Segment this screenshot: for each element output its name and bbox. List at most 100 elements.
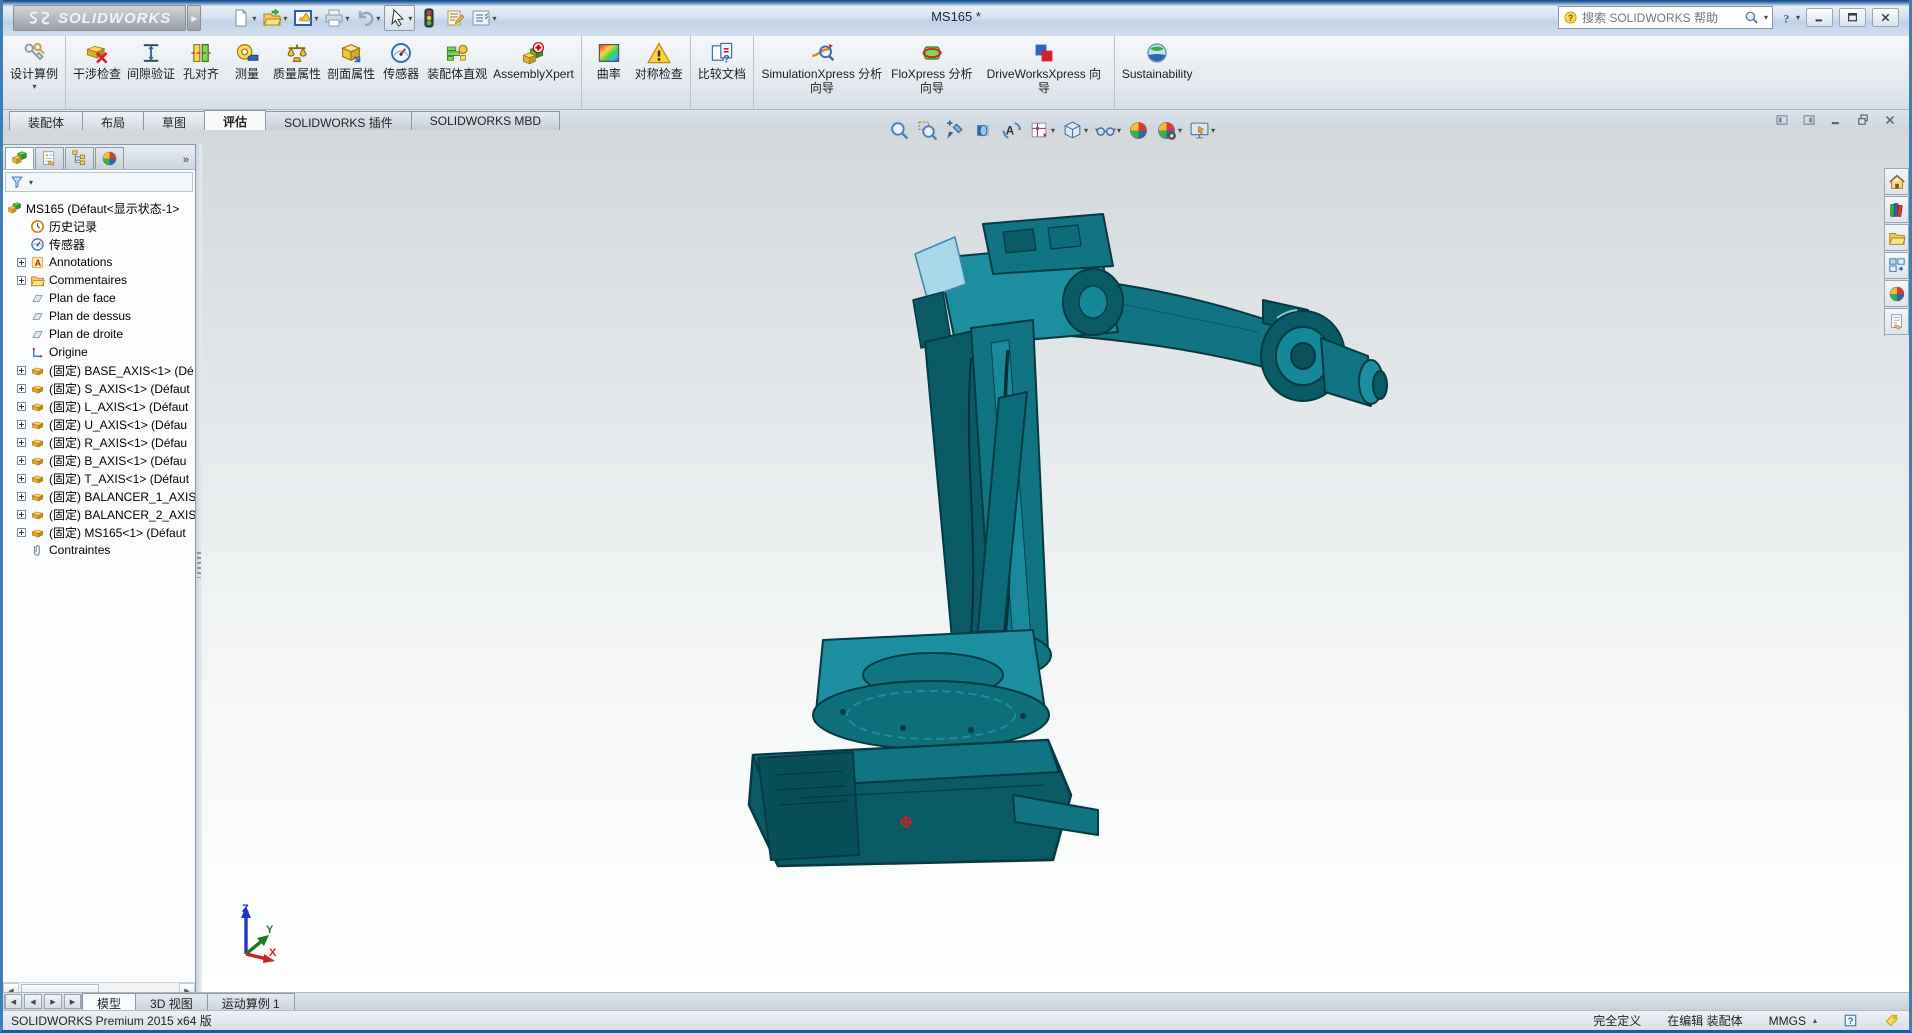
search-options-caret[interactable]: ▾ [1764, 13, 1768, 22]
sensor-button[interactable]: 传感器 [378, 39, 424, 82]
file-explorer-button[interactable] [1885, 224, 1909, 251]
tree-item-mates[interactable]: Contraintes [3, 541, 195, 559]
print-button[interactable]: ▾ [322, 5, 351, 31]
select-button[interactable]: ▾ [384, 5, 416, 31]
tree-item-s-axis[interactable]: (固定) S_AXIS<1> (Défaut [3, 379, 195, 397]
custom-properties-button[interactable] [1885, 308, 1909, 335]
open-button[interactable]: ▾ [260, 5, 289, 31]
edit-appearance-button[interactable] [1126, 118, 1151, 143]
motion-study-tab[interactable]: 运动算例 1 [206, 993, 295, 1011]
expand-icon[interactable] [17, 419, 26, 429]
tab-evaluate[interactable]: 评估 [204, 110, 267, 130]
assembly-visualization-button[interactable]: 装配体直观 [424, 39, 490, 82]
hole-alignment-button[interactable]: 孔对齐 [178, 39, 224, 82]
clearance-verification-button[interactable]: 间隙验证 [124, 39, 178, 82]
maximize-button[interactable] [1839, 8, 1866, 27]
tab-layout[interactable]: 布局 [82, 111, 145, 130]
zoom-area-button[interactable] [915, 118, 940, 143]
panel-overflow-button[interactable]: » [179, 154, 193, 169]
help-button[interactable]: ▾ [1779, 10, 1800, 26]
tree-item-t-axis[interactable]: (固定) T_AXIS<1> (Défaut [3, 469, 195, 487]
tree-item-l-axis[interactable]: (固定) L_AXIS<1> (Défaut [3, 397, 195, 415]
view-settings-button[interactable]: ▾ [1187, 118, 1217, 143]
search-box[interactable]: ▾ [1557, 6, 1773, 29]
panel-splitter[interactable] [196, 144, 202, 999]
tree-item-history[interactable]: 历史记录 [3, 217, 195, 235]
expand-icon[interactable] [17, 437, 26, 447]
tree-item-b-axis[interactable]: (固定) B_AXIS<1> (Défau [3, 451, 195, 469]
3d-views-tab[interactable]: 3D 视图 [135, 993, 208, 1011]
close-button[interactable] [1872, 8, 1899, 27]
graphics-area[interactable]: ▾ ▾ ▾ ▾ ▾ Z Y X [3, 130, 1909, 993]
expand-icon[interactable] [17, 275, 26, 285]
resources-home-button[interactable] [1885, 168, 1909, 195]
expand-icon[interactable] [17, 401, 26, 411]
tree-item-origin[interactable]: Origine [3, 343, 195, 361]
display-style-button[interactable]: ▾ [1060, 118, 1090, 143]
next-tab-button[interactable]: ▶ [44, 994, 62, 1009]
tab-solidworks-addins[interactable]: SOLIDWORKS 插件 [265, 111, 412, 130]
expand-icon[interactable] [17, 383, 26, 393]
displaymanager-tab[interactable] [95, 147, 124, 169]
quick-tips-icon[interactable] [1843, 1013, 1858, 1028]
tree-item-r-axis[interactable]: (固定) R_AXIS<1> (Défau [3, 433, 195, 451]
featuremanager-tab[interactable] [5, 147, 34, 169]
minimize-button[interactable] [1806, 8, 1833, 27]
view-orientation-button[interactable]: ▾ [1027, 118, 1057, 143]
assemblyxpert-button[interactable]: AssemblyXpert [490, 39, 577, 82]
design-study-button[interactable]: 设计算例 ▾ [7, 39, 61, 92]
configurationmanager-tab[interactable] [65, 147, 94, 169]
simulationxpress-button[interactable]: SimulationXpress 分析向导 [758, 39, 886, 96]
tree-item-root[interactable]: MS165 (Défaut<显示状态-1> [3, 199, 195, 217]
pane-left-button[interactable] [1770, 112, 1793, 128]
expand-icon[interactable] [17, 527, 26, 537]
sustainability-button[interactable]: Sustainability [1119, 39, 1196, 82]
previous-tab-button[interactable]: ◀ [24, 994, 42, 1009]
compare-documents-button[interactable]: 比较文档 [695, 39, 749, 82]
tree-filter[interactable]: ▾ [5, 172, 193, 192]
zoom-fit-button[interactable] [887, 118, 912, 143]
view-palette-button[interactable] [1885, 252, 1909, 279]
expand-icon[interactable] [17, 491, 26, 501]
robot-model[interactable] [703, 210, 1403, 880]
doc-close-button[interactable] [1878, 112, 1901, 128]
model-tab[interactable]: 模型 [82, 993, 137, 1011]
search-input[interactable] [1581, 10, 1740, 25]
expand-icon[interactable] [17, 455, 26, 465]
rebuild-button[interactable] [417, 5, 441, 31]
tree-item-top-plane[interactable]: Plan de dessus [3, 307, 195, 325]
tree-item-base-axis[interactable]: (固定) BASE_AXIS<1> (Dé [3, 361, 195, 379]
undo-button[interactable]: ▾ [353, 5, 382, 31]
menu-expand-button[interactable]: ▶ [187, 5, 202, 31]
tree-item-front-plane[interactable]: Plan de face [3, 289, 195, 307]
first-tab-button[interactable]: ◀ [4, 994, 22, 1009]
tree-item-balancer-2[interactable]: (固定) BALANCER_2_AXIS [3, 505, 195, 523]
tab-sketch[interactable]: 草图 [143, 111, 206, 130]
units-caret[interactable]: ▴ [1813, 1016, 1817, 1025]
units-selector[interactable]: MMGS [1769, 1014, 1806, 1028]
expand-icon[interactable] [17, 509, 26, 519]
interference-detection-button[interactable]: 干涉检查 [70, 39, 124, 82]
tree-item-u-axis[interactable]: (固定) U_AXIS<1> (Défau [3, 415, 195, 433]
curvature-button[interactable]: 曲率 [586, 39, 632, 82]
publish-edrawings-button[interactable]: ▾ [291, 5, 320, 31]
symmetry-check-button[interactable]: 对称检查 [632, 39, 686, 82]
design-library-button[interactable] [1885, 196, 1909, 223]
apply-scene-button[interactable]: ▾ [1154, 118, 1184, 143]
options-button[interactable]: ▾ [469, 5, 498, 31]
measure-button[interactable]: 测量 [224, 39, 270, 82]
expand-icon[interactable] [17, 365, 26, 375]
new-document-button[interactable]: ▾ [229, 5, 258, 31]
tree-item-ms165[interactable]: (固定) MS165<1> (Défaut [3, 523, 195, 541]
section-view-button[interactable] [971, 118, 996, 143]
tree-item-balancer-1[interactable]: (固定) BALANCER_1_AXIS [3, 487, 195, 505]
tab-assembly[interactable]: 装配体 [9, 111, 84, 130]
file-properties-button[interactable] [443, 5, 467, 31]
floxpress-button[interactable]: FloXpress 分析向导 [886, 39, 978, 96]
tree-item-annotations[interactable]: Annotations [3, 253, 195, 271]
mass-properties-button[interactable]: 质量属性 [270, 39, 324, 82]
annotation-view-button[interactable] [999, 118, 1024, 143]
doc-minimize-button[interactable] [1824, 112, 1847, 128]
appearances-scenes-button[interactable] [1885, 280, 1909, 307]
previous-view-button[interactable] [943, 118, 968, 143]
